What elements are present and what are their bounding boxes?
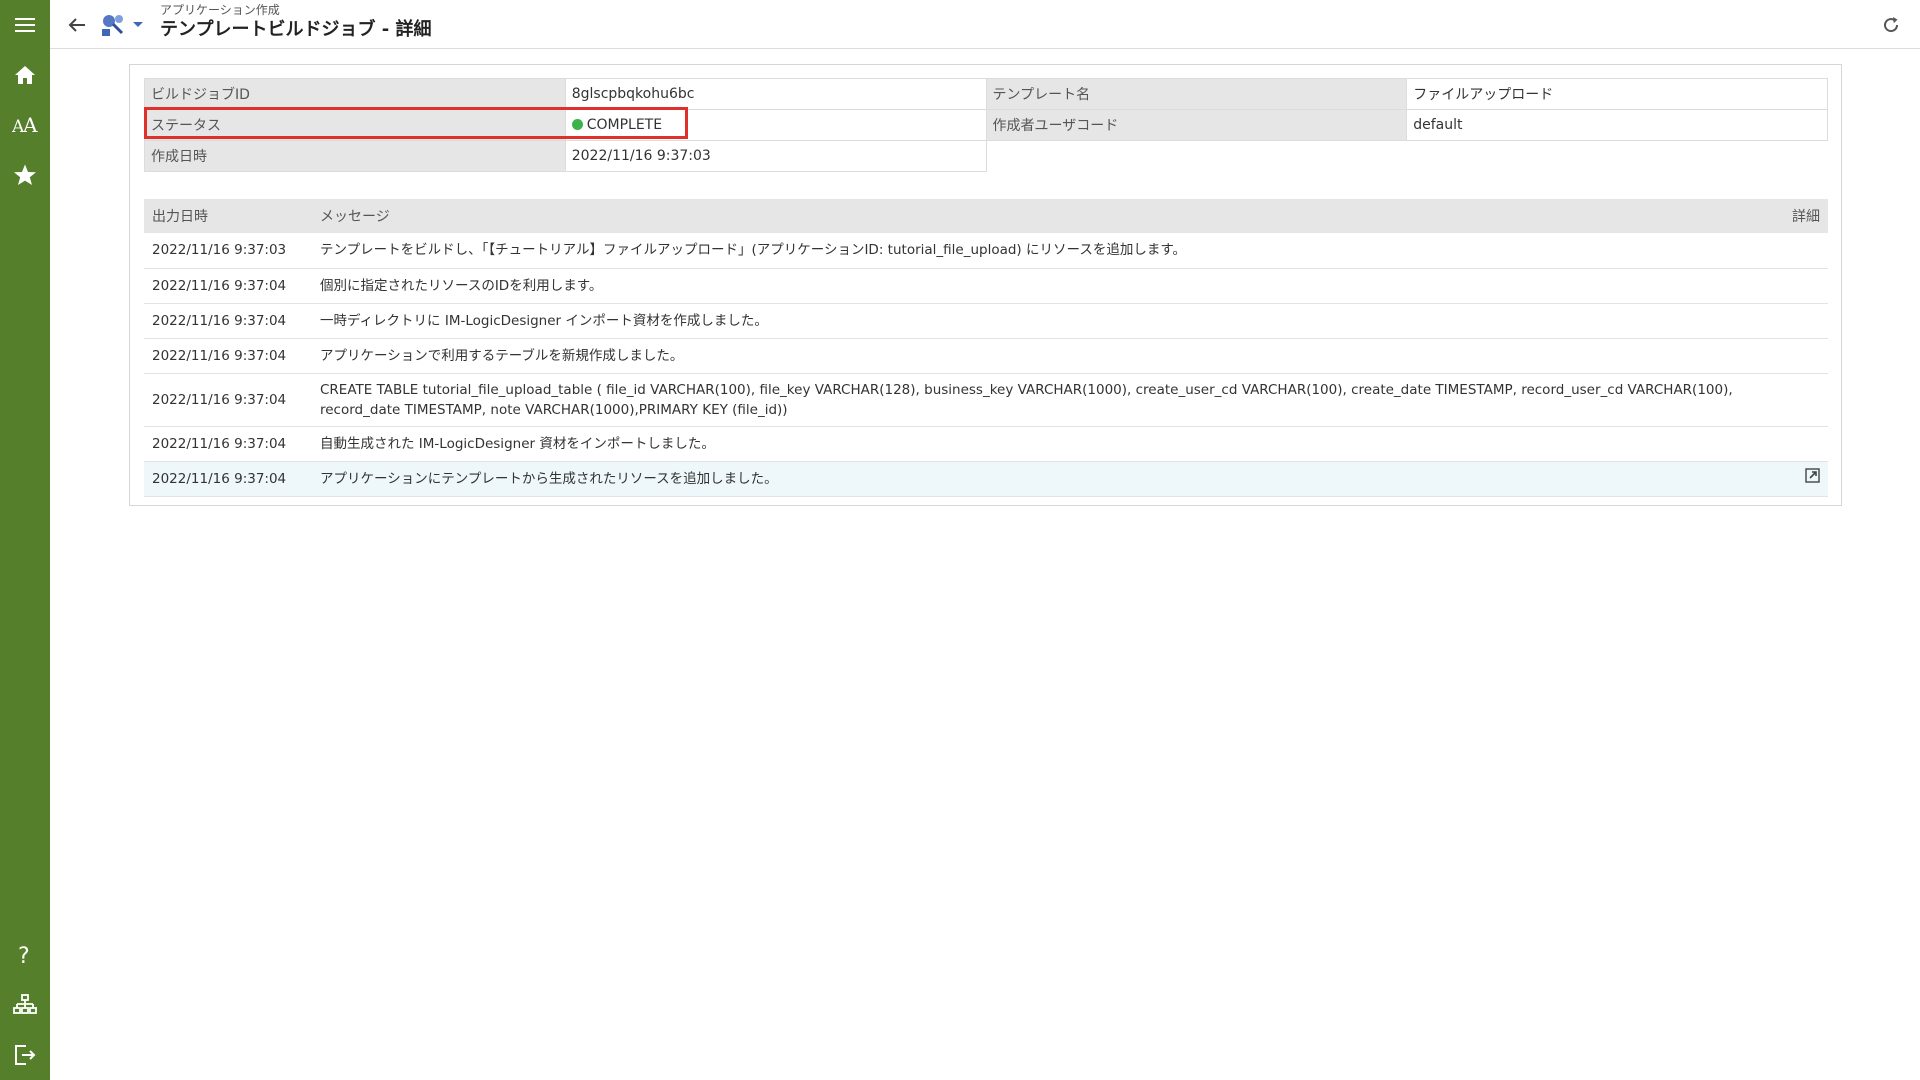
log-row[interactable]: 2022/11/16 9:37:04 自動生成された IM-LogicDesig… [144,426,1828,462]
reload-button[interactable] [1880,14,1902,36]
build-job-id-value: 8glscpbqkohu6bc [564,78,987,110]
log-detail-cell [1778,303,1828,339]
log-row[interactable]: 2022/11/16 9:37:04 個別に指定されたリソースのIDを利用します… [144,268,1828,304]
build-job-id-label: ビルドジョブID [144,78,566,110]
log-detail-cell [1778,461,1828,497]
home-icon [15,66,35,84]
log-time: 2022/11/16 9:37:04 [144,338,312,374]
log-time: 2022/11/16 9:37:04 [144,303,312,339]
log-message: アプリケーションで利用するテーブルを新規作成しました。 [312,338,1778,374]
back-button[interactable] [64,12,90,38]
log-time: 2022/11/16 9:37:04 [144,373,312,427]
menu-button[interactable] [0,0,50,50]
sidebar: A A ? [0,0,50,1080]
logout-icon [15,1045,36,1065]
page-title: テンプレートビルドジョブ - 詳細 [160,19,432,40]
help-button[interactable]: ? [0,930,50,980]
log-time: 2022/11/16 9:37:03 [144,233,312,269]
svg-text:A: A [22,114,38,136]
log-row[interactable]: 2022/11/16 9:37:04 アプリケーションで利用するテーブルを新規作… [144,338,1828,374]
log-detail-cell [1778,426,1828,462]
template-name-value: ファイルアップロード [1406,78,1828,110]
log-message: CREATE TABLE tutorial_file_upload_table … [312,373,1778,427]
log-message: 一時ディレクトリに IM-LogicDesigner インポート資材を作成しまし… [312,303,1778,339]
header-titles: アプリケーション作成 テンプレートビルドジョブ - 詳細 [160,3,431,42]
log-row[interactable]: 2022/11/16 9:37:03 テンプレートをビルドし、「【チュートリアル… [144,233,1828,269]
home-button[interactable] [0,50,50,100]
log-message: テンプレートをビルドし、「【チュートリアル】ファイルアップロード」(アプリケーシ… [312,233,1778,269]
font-size-button[interactable]: A A [0,100,50,150]
log-detail-cell [1778,233,1828,269]
log-row[interactable]: 2022/11/16 9:37:04 一時ディレクトリに IM-LogicDes… [144,303,1828,339]
info-row: ビルドジョブID 8glscpbqkohu6bc テンプレート名 ファイルアップ… [144,78,1828,110]
log-table: 出力日時 メッセージ 詳細 2022/11/16 9:37:03 テンプレートを… [144,199,1828,497]
created-at-value: 2022/11/16 9:37:03 [564,140,987,172]
created-at-label: 作成日時 [144,140,566,172]
empty-cell [986,141,1407,172]
status-value: COMPLETE [586,117,663,133]
log-time: 2022/11/16 9:37:04 [144,461,312,497]
log-detail-cell [1778,373,1828,427]
status-label: ステータス [144,109,566,141]
info-row: ステータス COMPLETE 作成者ユーザコード default [144,109,1828,141]
star-icon [14,164,36,185]
menu-icon [15,18,35,32]
app-switch-menu[interactable] [98,10,148,40]
header: アプリケーション作成 テンプレートビルドジョブ - 詳細 [50,0,1920,49]
log-detail-cell [1778,338,1828,374]
help-icon: ? [18,944,30,967]
status-complete-icon [571,119,583,130]
info-row: 作成日時 2022/11/16 9:37:03 [144,140,1828,172]
favorites-button[interactable] [0,150,50,200]
log-message: アプリケーションにテンプレートから生成されたリソースを追加しました。 [312,461,1778,497]
log-row[interactable]: 2022/11/16 9:37:04 アプリケーションにテンプレートから生成され… [144,461,1828,497]
status-value-cell: COMPLETE [564,109,987,141]
external-link-icon [1804,468,1820,483]
app-builder-icon [102,15,124,36]
refresh-icon [1884,17,1899,33]
log-time: 2022/11/16 9:37:04 [144,426,312,462]
log-detail-cell [1778,268,1828,304]
svg-text:?: ? [18,944,30,967]
job-info-table: ビルドジョブID 8glscpbqkohu6bc テンプレート名 ファイルアップ… [144,78,1828,172]
log-row[interactable]: 2022/11/16 9:37:04 CREATE TABLE tutorial… [144,373,1828,427]
column-header-time: 出力日時 [144,199,312,233]
detail-panel: ビルドジョブID 8glscpbqkohu6bc テンプレート名 ファイルアップ… [129,64,1842,506]
caret-down-icon [133,22,143,27]
template-name-label: テンプレート名 [985,78,1408,110]
arrow-left-icon [68,18,85,32]
column-header-detail: 詳細 [1778,199,1828,233]
sitemap-icon [13,994,37,1014]
font-aa-icon: A A [12,114,38,136]
breadcrumb: アプリケーション作成 [160,3,280,17]
column-header-message: メッセージ [312,199,1778,233]
logout-button[interactable] [0,1030,50,1080]
open-detail-button[interactable] [1804,468,1820,484]
creator-label: 作成者ユーザコード [985,109,1408,141]
sitemap-button[interactable] [0,980,50,1030]
log-message: 個別に指定されたリソースのIDを利用します。 [312,268,1778,304]
creator-value: default [1406,109,1828,141]
empty-cell [1407,141,1828,172]
log-header-row: 出力日時 メッセージ 詳細 [144,199,1828,233]
log-time: 2022/11/16 9:37:04 [144,268,312,304]
log-message: 自動生成された IM-LogicDesigner 資材をインポートしました。 [312,426,1778,462]
